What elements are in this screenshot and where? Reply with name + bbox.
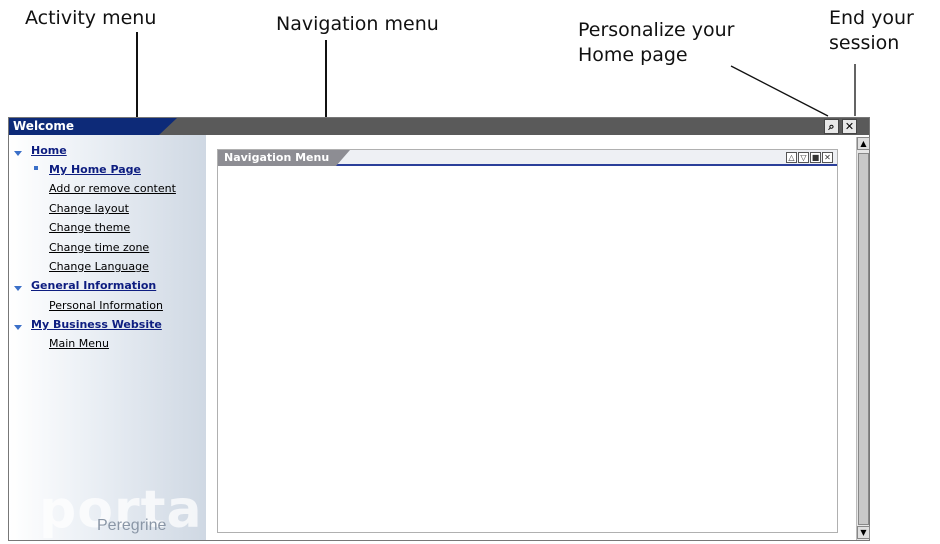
nav-change-time-zone[interactable]: Change time zone — [49, 241, 149, 254]
nav-add-remove-content[interactable]: Add or remove content — [49, 182, 176, 195]
nav-change-layout[interactable]: Change layout — [49, 202, 129, 215]
end-session-button[interactable]: ✕ — [842, 119, 857, 134]
nav-home[interactable]: Home — [31, 144, 67, 157]
scroll-thumb[interactable] — [858, 153, 869, 525]
nav-general-information[interactable]: General Information — [31, 279, 156, 292]
panel-title: Navigation Menu — [224, 151, 330, 164]
arrow-up-icon: ▲ — [860, 139, 867, 148]
title-bar: Welcome ⌕ ✕ — [9, 118, 869, 135]
panel-tab: Navigation Menu — [218, 150, 350, 166]
bullet-icon — [34, 166, 38, 170]
panel-header: Navigation Menu △ ▽ ■ ✕ — [218, 150, 837, 166]
magnifier-icon: ⌕ — [828, 120, 835, 133]
callout-end-line1: End your — [829, 7, 914, 29]
personalize-button[interactable]: ⌕ — [824, 119, 839, 134]
window-title: Welcome — [13, 119, 75, 133]
nav-my-home-page[interactable]: My Home Page — [49, 163, 141, 176]
nav-my-business-website[interactable]: My Business Website — [31, 318, 162, 331]
nav-change-language[interactable]: Change Language — [49, 260, 149, 273]
minimize-button[interactable]: ■ — [810, 152, 821, 163]
expand-general-info-icon[interactable] — [14, 286, 22, 291]
nav-change-theme[interactable]: Change theme — [49, 221, 130, 234]
vertical-scrollbar[interactable]: ▲ ▼ — [856, 137, 870, 540]
triangle-down-icon: ▽ — [800, 153, 807, 162]
portal-window: Welcome ⌕ ✕ Home My Home Page Add or rem… — [8, 117, 870, 541]
activity-menu: Home My Home Page Add or remove content … — [9, 135, 220, 540]
expand-home-icon[interactable] — [14, 151, 22, 156]
expand-business-site-icon[interactable] — [14, 325, 22, 330]
triangle-up-icon: △ — [788, 153, 795, 162]
navigation-menu-panel: Navigation Menu △ ▽ ■ ✕ — [217, 149, 838, 533]
nav-personal-information[interactable]: Personal Information — [49, 299, 163, 312]
welcome-tab[interactable]: Welcome — [9, 118, 177, 135]
minimize-icon: ■ — [811, 153, 820, 162]
close-panel-button[interactable]: ✕ — [822, 152, 833, 163]
close-icon: ✕ — [844, 120, 855, 133]
callout-end-line2: session — [829, 32, 900, 54]
move-down-button[interactable]: ▽ — [798, 152, 809, 163]
nav-main-menu[interactable]: Main Menu — [49, 337, 109, 350]
arrow-down-icon: ▼ — [860, 528, 867, 537]
scroll-down-button[interactable]: ▼ — [857, 526, 870, 539]
scroll-up-button[interactable]: ▲ — [857, 137, 870, 150]
close-icon: ✕ — [824, 153, 831, 162]
peregrine-logo: Peregrine — [97, 517, 167, 534]
move-up-button[interactable]: △ — [786, 152, 797, 163]
